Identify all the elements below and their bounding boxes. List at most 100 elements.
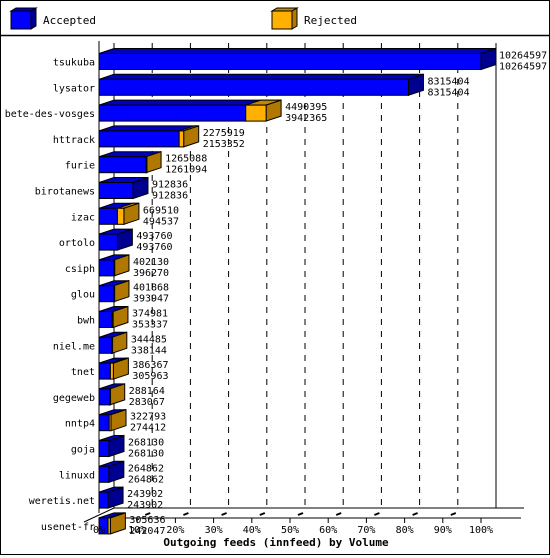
legend-entry-accepted: Accepted	[9, 7, 96, 30]
bar-group-weretis.net	[98, 486, 124, 509]
x-tick-label: 40%	[243, 525, 261, 536]
category-label: gegeweb	[53, 393, 95, 404]
bar-group-nntp4	[98, 409, 127, 432]
bar-accepted-front	[98, 465, 110, 483]
category-label: niel.me	[53, 341, 95, 352]
category-label: csiph	[65, 264, 95, 275]
bar-accepted-front	[98, 491, 109, 509]
category-label: birotanews	[35, 187, 95, 198]
bar-rejected	[113, 259, 116, 277]
category-label: furie	[65, 161, 95, 172]
bar-group-bwh	[98, 305, 129, 329]
x-axis-title: Outgoing feeds (innfeed) by Volume	[163, 536, 389, 549]
value-label-offered: 374981	[132, 309, 168, 320]
value-label-offered: 2275919	[203, 128, 245, 139]
value-label-offered: 386367	[132, 360, 168, 371]
value-label-accepted: 493760	[136, 242, 172, 253]
bar-rejected	[145, 156, 148, 174]
value-label-offered: 264862	[128, 463, 164, 474]
bar-accepted	[98, 311, 113, 328]
bar-rejected	[116, 207, 125, 225]
x-tick-label: 0%	[93, 525, 105, 536]
bar-accepted	[98, 414, 110, 432]
value-label-offered: 8315404	[427, 76, 469, 87]
bar-rejected	[109, 362, 114, 380]
bar-rejected	[111, 336, 114, 354]
x-tick-depth-mark	[412, 512, 418, 516]
bar-accepted-front	[98, 182, 134, 199]
x-tick-depth-mark	[183, 512, 189, 516]
x-tick-label: 10%	[128, 525, 146, 536]
bar-group-bete-des-vosges	[98, 99, 282, 122]
value-label-accepted: 1261094	[165, 165, 207, 176]
legend-label-rejected: Rejected	[304, 14, 357, 27]
value-label-offered: 493760	[136, 231, 172, 242]
category-label: httrack	[53, 135, 95, 146]
value-label-offered: 243902	[127, 489, 163, 500]
value-label-accepted: 274412	[130, 423, 166, 434]
bar-group-tsukuba	[98, 47, 497, 71]
category-label: weretis.net	[29, 496, 95, 507]
bar-group-furie	[98, 151, 162, 174]
value-label-accepted: 8315404	[427, 87, 469, 98]
x-tick-label: 80%	[396, 525, 414, 536]
bar-accepted	[98, 130, 180, 148]
legend-swatch-rejected-side	[291, 7, 298, 30]
x-tick-label: 20%	[166, 525, 184, 536]
x-tick-label: 90%	[434, 525, 452, 536]
value-label-offered: 10264597	[499, 51, 547, 62]
bar-rejected	[109, 388, 112, 406]
x-tick-depth-mark	[450, 512, 457, 516]
bar-accepted-front	[98, 53, 482, 70]
bar-rejected	[113, 285, 116, 303]
legend: Accepted Rejected	[9, 7, 357, 30]
category-label: ortolo	[59, 238, 95, 249]
x-tick-depth-mark	[259, 512, 266, 516]
legend-label-accepted: Accepted	[43, 14, 96, 27]
value-label-offered: 401868	[133, 283, 169, 294]
legend-swatch-rejected	[271, 10, 293, 30]
legend-swatch-accepted-side	[30, 7, 37, 30]
value-label-accepted: 305963	[132, 371, 168, 382]
value-label-accepted: 396270	[133, 268, 169, 279]
value-label-offered: 402130	[133, 257, 169, 268]
value-label-accepted: 10264597	[499, 62, 547, 73]
category-label: usenet-fr	[41, 522, 95, 533]
bar-group-birotanews	[98, 176, 149, 200]
bar-accepted-front	[98, 440, 110, 457]
bar-group-linuxd	[98, 460, 125, 483]
value-label-accepted: 243902	[127, 500, 163, 511]
bar-accepted-top	[98, 73, 424, 80]
value-label-accepted: 283067	[129, 397, 165, 408]
category-label: bete-des-vosges	[5, 109, 95, 120]
category-label: glou	[71, 290, 95, 301]
bar-accepted	[98, 156, 147, 174]
x-tick-depth-mark	[374, 512, 380, 516]
x-tick-label: 70%	[357, 525, 375, 536]
x-tick-depth-mark	[297, 512, 304, 516]
bar-accepted-front	[98, 78, 409, 96]
value-label-accepted: 264862	[128, 474, 164, 485]
value-label-accepted: 912836	[152, 191, 188, 202]
category-label: bwh	[77, 316, 95, 327]
bar-group-tnet	[98, 357, 129, 380]
value-label-offered: 344485	[131, 334, 167, 345]
bar-accepted	[98, 285, 115, 303]
category-labels: tsukuba lysator bete-des-vosges httrack furi…	[5, 58, 95, 533]
category-label: tsukuba	[53, 58, 95, 69]
bar-accepted-top	[98, 48, 497, 54]
legend-swatch-accepted	[10, 10, 32, 30]
x-tick-label: 60%	[319, 525, 337, 536]
value-label-accepted: 338144	[131, 345, 167, 356]
value-label-offered: 268130	[128, 438, 164, 449]
value-label-offered: 1265088	[165, 154, 207, 165]
bar-group-csiph	[98, 254, 130, 277]
bar-rejected	[178, 130, 185, 148]
bar-accepted-front	[98, 233, 118, 251]
chart-svg: Accepted Rejected tsukuba lysator bete-des…	[1, 7, 549, 549]
value-label-offered: 669510	[143, 205, 179, 216]
bar-accepted	[98, 362, 111, 380]
x-tick-depth-mark	[221, 512, 227, 516]
category-label: tnet	[71, 367, 95, 378]
bar-group-izac	[98, 202, 140, 225]
